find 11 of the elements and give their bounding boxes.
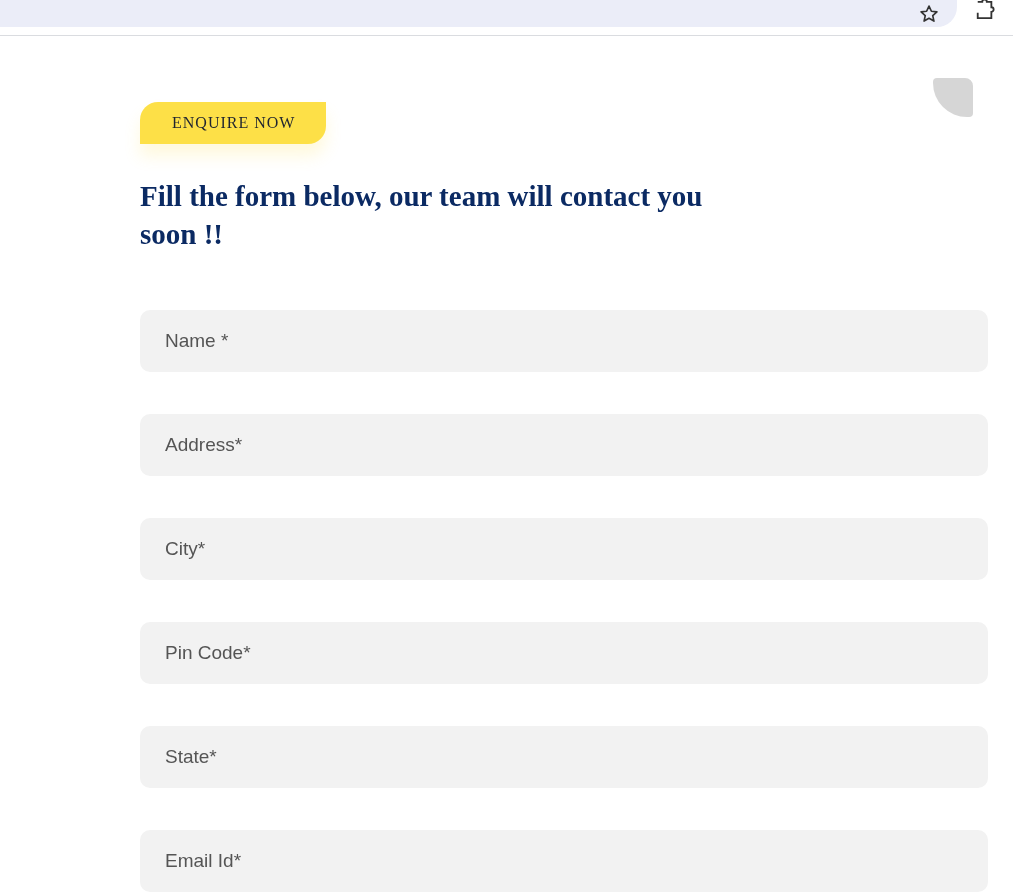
input-field[interactable]: Email Id*	[140, 830, 988, 892]
puzzle-icon[interactable]	[974, 0, 996, 20]
form-heading: Fill the form below, our team will contact you soon !!	[140, 179, 704, 252]
input-field[interactable]: City*	[140, 518, 988, 580]
input-field[interactable]: Pin Code*	[140, 622, 988, 684]
input-field[interactable]: Name *	[140, 310, 988, 372]
enquire-label: ENQUIRE NOW	[140, 102, 327, 144]
star-icon[interactable]	[919, 3, 939, 24]
input-field[interactable]: State*	[140, 726, 988, 788]
corner-shape	[933, 78, 973, 117]
input-field[interactable]: Address*	[140, 414, 988, 476]
